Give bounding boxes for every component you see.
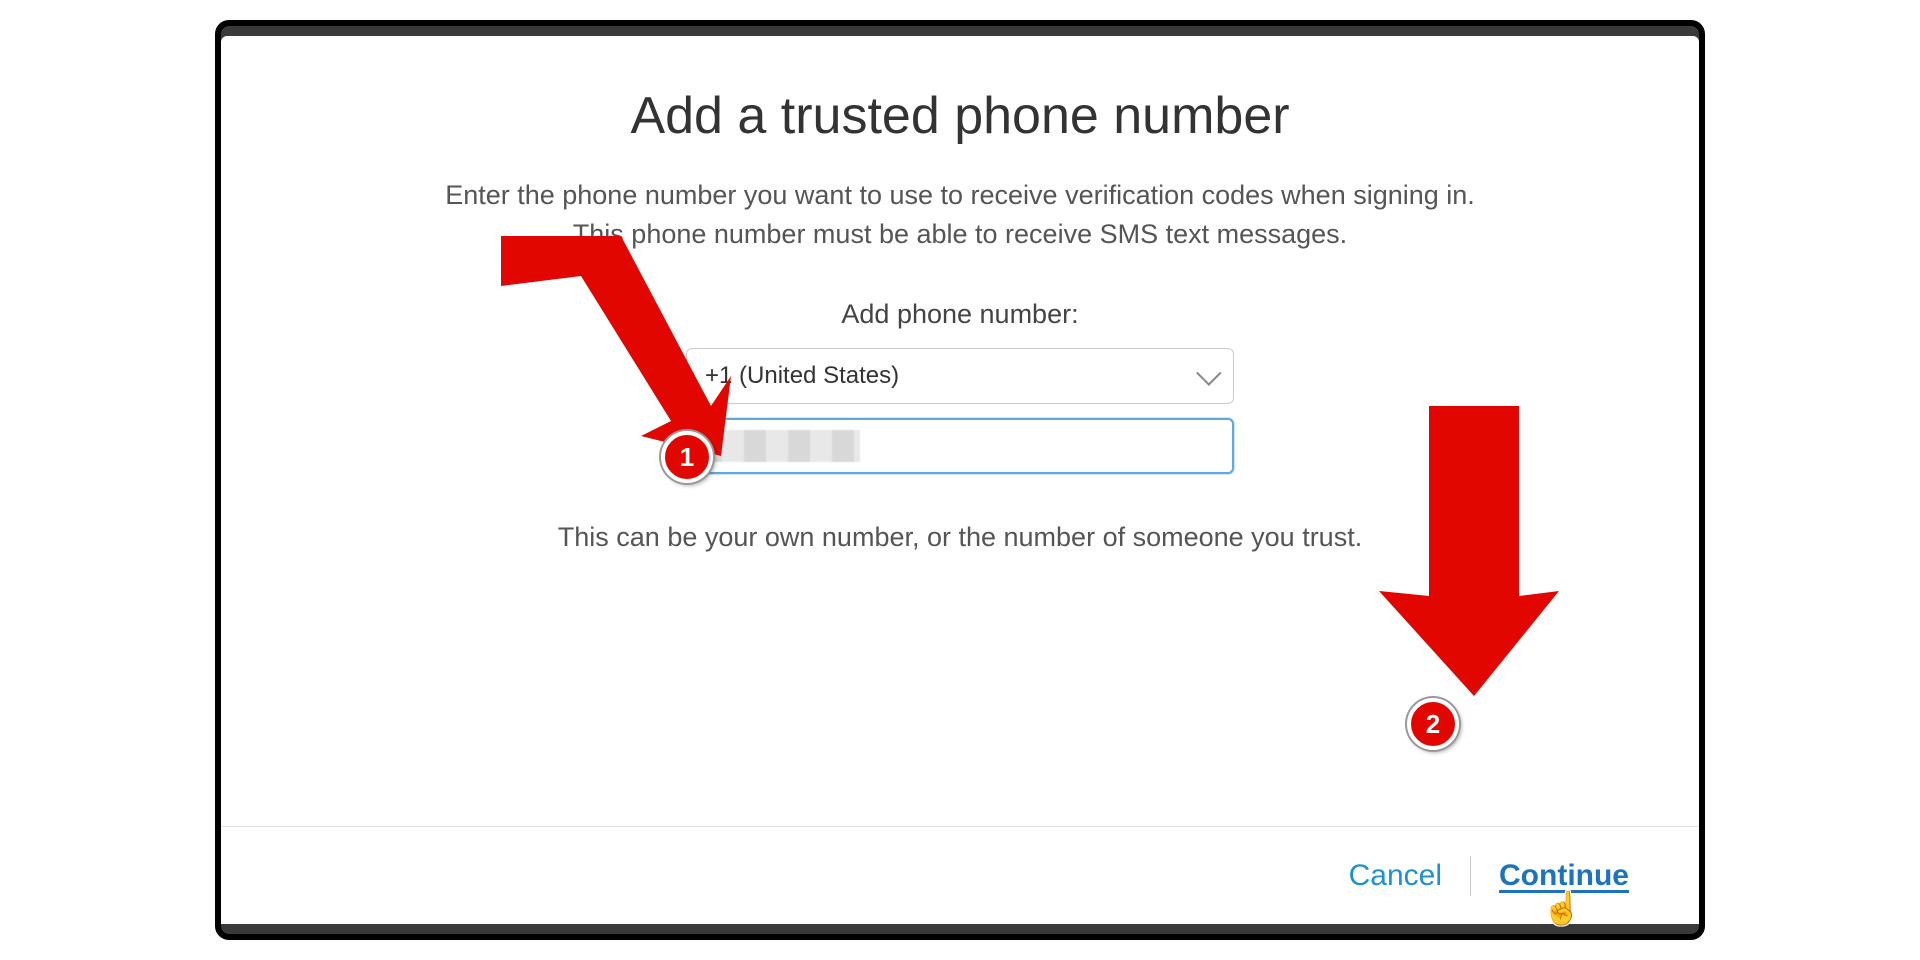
dialog-title: Add a trusted phone number <box>221 86 1699 146</box>
phone-number-input[interactable] <box>686 418 1234 474</box>
phone-field-label: Add phone number: <box>221 299 1699 330</box>
pointer-cursor-icon: ☝ <box>1542 889 1582 927</box>
annotation-badge-1: 1 <box>661 431 713 483</box>
cancel-button[interactable]: Cancel <box>1321 859 1470 893</box>
continue-button[interactable]: Continue ☝ <box>1471 859 1629 893</box>
chevron-down-icon <box>1196 361 1221 386</box>
country-code-select[interactable]: +1 (United States) <box>686 348 1234 404</box>
add-trusted-phone-dialog: Add a trusted phone number Enter the pho… <box>221 36 1699 924</box>
window-frame: Add a trusted phone number Enter the pho… <box>215 20 1705 940</box>
annotation-arrow-2 <box>1369 396 1569 706</box>
annotation-badge-2: 2 <box>1407 698 1459 750</box>
annotation-arrow-1 <box>481 226 741 466</box>
dialog-footer: Cancel Continue ☝ <box>221 826 1699 924</box>
